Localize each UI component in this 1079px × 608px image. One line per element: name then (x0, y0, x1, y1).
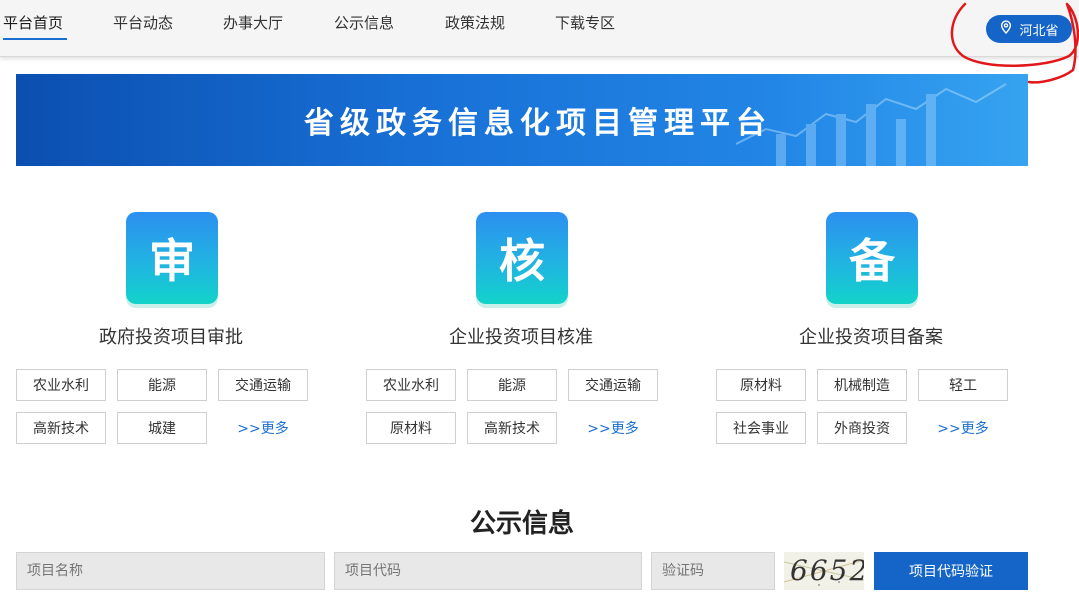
tag-transport[interactable]: 交通运输 (568, 369, 658, 401)
project-name-input[interactable] (16, 552, 325, 590)
approval-icon[interactable]: 审 (126, 212, 218, 304)
tag-foreign-investment[interactable]: 外商投资 (817, 412, 907, 444)
banner: 省级政务信息化项目管理平台 (16, 74, 1028, 166)
section-title[interactable]: 企业投资项目备案 (706, 323, 1036, 349)
nav-item-downloads[interactable]: 下载专区 (555, 12, 615, 33)
tag-light-industry[interactable]: 轻工 (918, 369, 1008, 401)
more-link[interactable]: >>更多 (218, 412, 308, 444)
public-info-title: 公示信息 (469, 509, 574, 539)
section-government-approval: 审 政府投资项目审批 农业水利 能源 交通运输 高新技术 城建 >>更多 (6, 212, 336, 452)
verify-icon[interactable]: 核 (476, 212, 568, 304)
tag-urban[interactable]: 城建 (117, 412, 207, 444)
tag-transport[interactable]: 交通运输 (218, 369, 308, 401)
nav-item-news[interactable]: 平台动态 (113, 12, 173, 33)
banner-title: 省级政务信息化项目管理平台 (304, 106, 772, 141)
tag-raw-materials[interactable]: 原材料 (716, 369, 806, 401)
tag-social[interactable]: 社会事业 (716, 412, 806, 444)
project-code-input[interactable] (334, 552, 642, 590)
captcha-image[interactable]: 6652 (784, 552, 864, 590)
nav-item-home[interactable]: 平台首页 (3, 12, 63, 33)
tag-hightech[interactable]: 高新技术 (16, 412, 106, 444)
nav-item-policy[interactable]: 政策法规 (445, 12, 505, 33)
section-title[interactable]: 政府投资项目审批 (6, 323, 336, 349)
verify-project-code-button[interactable]: 项目代码验证 (874, 552, 1028, 590)
tag-agriculture[interactable]: 农业水利 (16, 369, 106, 401)
captcha-input[interactable] (651, 552, 775, 590)
nav-active-underline (3, 38, 67, 40)
nav-item-public-info[interactable]: 公示信息 (334, 12, 394, 33)
tag-hightech[interactable]: 高新技术 (467, 412, 557, 444)
section-enterprise-approval: 核 企业投资项目核准 农业水利 能源 交通运输 原材料 高新技术 >>更多 (356, 212, 686, 452)
tag-energy[interactable]: 能源 (467, 369, 557, 401)
filing-icon[interactable]: 备 (826, 212, 918, 304)
nav-item-service-hall[interactable]: 办事大厅 (223, 12, 283, 33)
region-label: 河北省 (1019, 23, 1059, 39)
tag-energy[interactable]: 能源 (117, 369, 207, 401)
section-enterprise-filing: 备 企业投资项目备案 原材料 机械制造 轻工 社会事业 外商投资 >>更多 (706, 212, 1036, 452)
tag-machinery[interactable]: 机械制造 (817, 369, 907, 401)
more-link[interactable]: >>更多 (568, 412, 658, 444)
tag-raw-materials[interactable]: 原材料 (366, 412, 456, 444)
more-link[interactable]: >>更多 (918, 412, 1008, 444)
top-nav: 平台首页 平台动态 办事大厅 公示信息 政策法规 下载专区 河北省 (0, 0, 1079, 57)
section-title[interactable]: 企业投资项目核准 (356, 323, 686, 349)
captcha-text: 6652 (790, 554, 864, 587)
tag-agriculture[interactable]: 农业水利 (366, 369, 456, 401)
location-pin-icon (999, 20, 1013, 38)
region-selector[interactable]: 河北省 (986, 15, 1072, 43)
